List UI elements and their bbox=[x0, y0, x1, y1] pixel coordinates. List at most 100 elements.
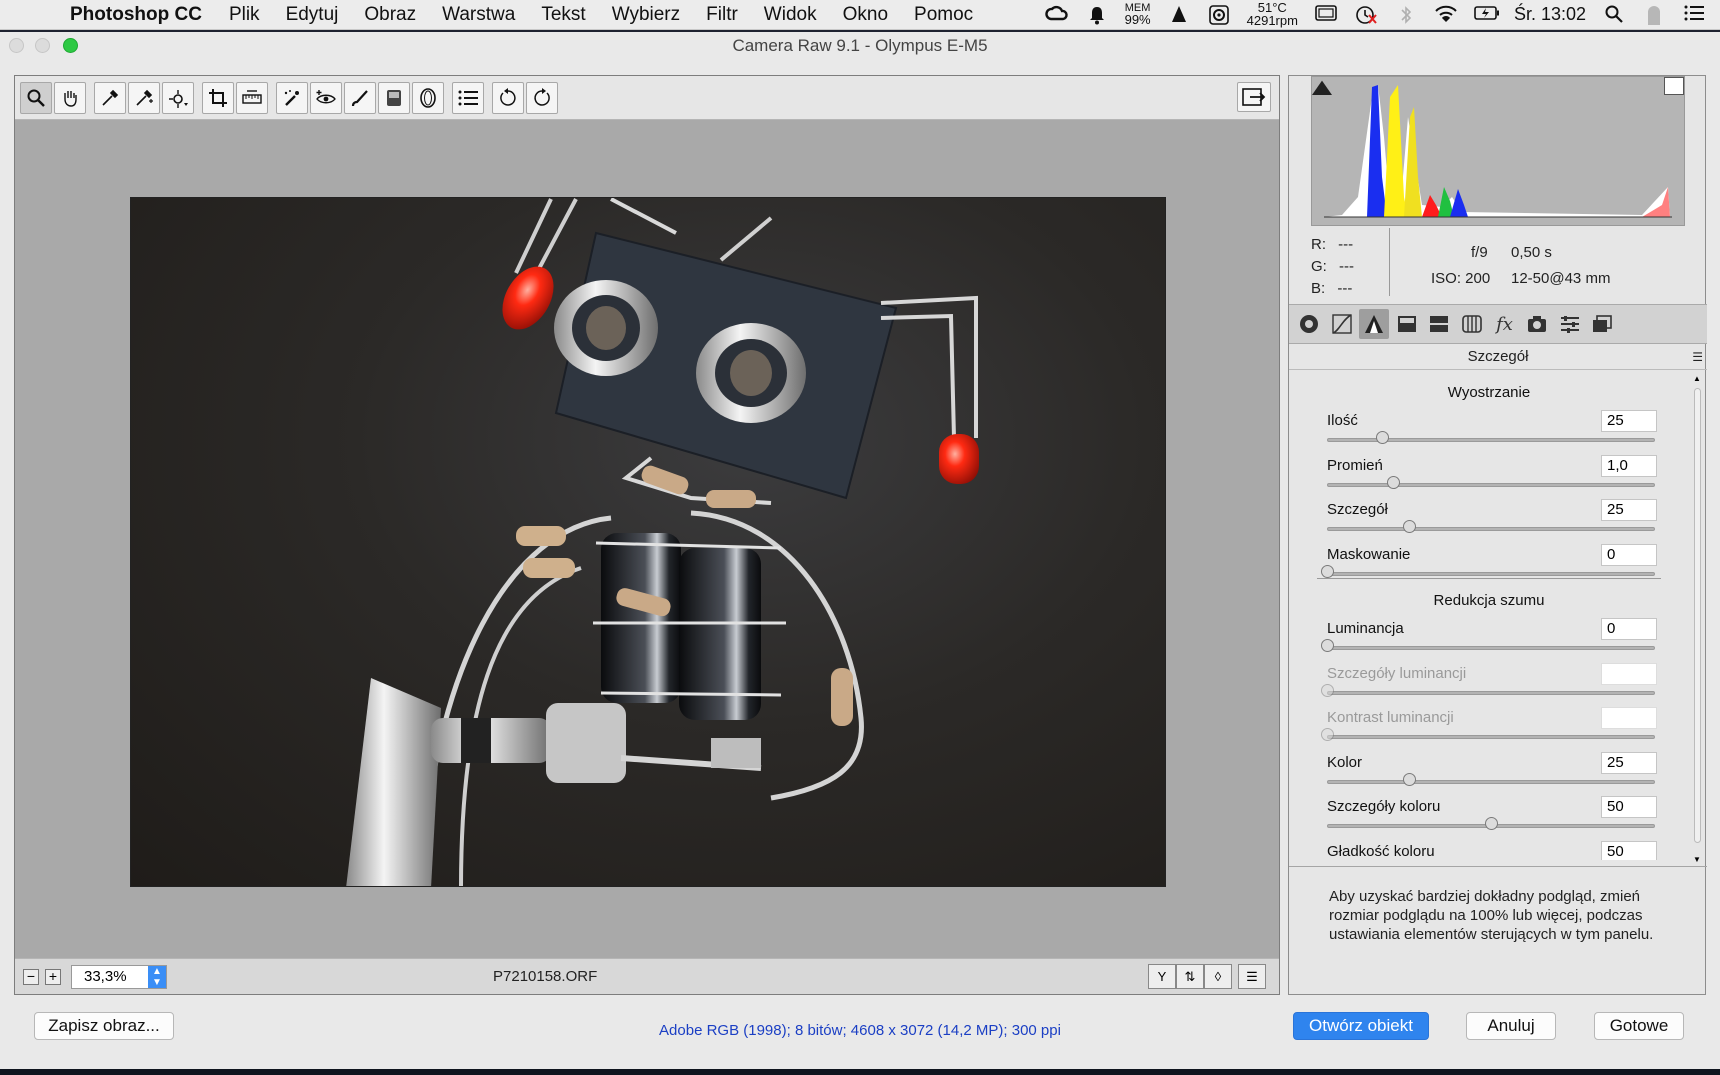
slider-value-input[interactable]: 1,0 bbox=[1601, 454, 1657, 477]
slider-gładkość-koloru[interactable]: Gładkość koloru 50 bbox=[1327, 841, 1657, 860]
tab-snapshots-icon[interactable] bbox=[1587, 309, 1617, 339]
menu-filtr[interactable]: Filtr bbox=[693, 4, 751, 26]
swap-settings-icon[interactable]: ⇅ bbox=[1176, 964, 1204, 989]
memory-indicator[interactable]: MEM 99% bbox=[1125, 2, 1151, 27]
minimize-window-button[interactable] bbox=[35, 38, 50, 53]
slider-value-input[interactable]: 25 bbox=[1601, 751, 1657, 774]
slider-value-input[interactable]: 25 bbox=[1601, 499, 1657, 522]
time-machine-icon[interactable] bbox=[1354, 5, 1378, 25]
menu-obraz[interactable]: Obraz bbox=[351, 4, 429, 26]
before-after-view-icon[interactable]: Y bbox=[1148, 964, 1176, 989]
slider-track[interactable] bbox=[1327, 482, 1655, 487]
panel-scrollbar[interactable]: ▲ ▼ bbox=[1691, 374, 1703, 864]
clock[interactable]: Śr. 13:02 bbox=[1514, 4, 1586, 25]
color-sampler-tool-icon[interactable] bbox=[128, 81, 160, 114]
menu-warstwa[interactable]: Warstwa bbox=[429, 4, 528, 26]
rotate-right-icon[interactable] bbox=[526, 81, 558, 114]
close-window-button[interactable] bbox=[9, 38, 24, 53]
tab-tone-curve-icon[interactable] bbox=[1327, 309, 1357, 339]
user-icon[interactable] bbox=[1642, 5, 1666, 25]
slider-track[interactable] bbox=[1327, 571, 1655, 576]
copy-settings-icon[interactable]: ◊ bbox=[1204, 964, 1232, 989]
slider-maskowanie[interactable]: Maskowanie 0 bbox=[1321, 543, 1657, 586]
slider-thumb[interactable] bbox=[1375, 431, 1389, 444]
tab-split-toning-icon[interactable] bbox=[1424, 309, 1454, 339]
red-eye-removal-tool-icon[interactable] bbox=[310, 81, 342, 114]
hand-tool-icon[interactable] bbox=[54, 81, 86, 114]
tab-presets-icon[interactable] bbox=[1555, 309, 1585, 339]
crop-tool-icon[interactable] bbox=[202, 81, 234, 114]
toggle-settings-icon[interactable]: ☰ bbox=[1238, 964, 1266, 989]
zoom-out-button[interactable]: − bbox=[23, 968, 39, 985]
workflow-options-text[interactable]: Adobe RGB (1998); 8 bitów; 4608 x 3072 (… bbox=[659, 1022, 1061, 1039]
preferences-list-icon[interactable] bbox=[452, 81, 484, 114]
toggle-fullscreen-button[interactable] bbox=[1237, 82, 1271, 112]
tab-camera-calibration-icon[interactable] bbox=[1522, 309, 1552, 339]
spotlight-search-icon[interactable] bbox=[1602, 5, 1626, 25]
slider-thumb[interactable] bbox=[1321, 564, 1334, 578]
menu-wybierz[interactable]: Wybierz bbox=[599, 4, 693, 26]
slider-value-input[interactable]: 50 bbox=[1601, 796, 1657, 819]
slider-track[interactable] bbox=[1327, 646, 1655, 650]
spot-removal-tool-icon[interactable] bbox=[276, 81, 308, 114]
rotate-left-icon[interactable] bbox=[492, 81, 524, 114]
done-button[interactable]: Gotowe bbox=[1594, 1012, 1684, 1040]
scroll-up-icon[interactable]: ▲ bbox=[1693, 374, 1701, 383]
slider-value-input[interactable]: 50 bbox=[1601, 841, 1657, 860]
scroll-down-icon[interactable]: ▼ bbox=[1693, 855, 1701, 864]
fan-icon[interactable] bbox=[1207, 4, 1231, 25]
slider-value-input[interactable]: 0 bbox=[1601, 618, 1657, 640]
creative-cloud-icon[interactable] bbox=[1044, 5, 1069, 25]
zoom-in-button[interactable]: + bbox=[45, 968, 61, 985]
menu-app-name[interactable]: Photoshop CC bbox=[56, 4, 216, 26]
open-object-button[interactable]: Otwórz obiekt bbox=[1293, 1012, 1429, 1040]
cancel-button[interactable]: Anuluj bbox=[1466, 1012, 1556, 1040]
targeted-adjustment-tool-icon[interactable] bbox=[162, 81, 194, 114]
notification-bell-icon[interactable] bbox=[1085, 5, 1109, 25]
slider-thumb[interactable] bbox=[1485, 817, 1498, 831]
slider-thumb[interactable] bbox=[1321, 639, 1334, 652]
menu-tekst[interactable]: Tekst bbox=[528, 4, 598, 26]
zoom-level-select[interactable]: 33,3% ▲ ▼ bbox=[71, 964, 167, 989]
slider-track[interactable] bbox=[1327, 779, 1655, 784]
tab-effects-icon[interactable]: fx bbox=[1490, 309, 1520, 339]
adjustment-brush-icon[interactable] bbox=[344, 81, 376, 114]
slider-luminancja[interactable]: Luminancja 0 bbox=[1321, 618, 1657, 660]
battery-icon[interactable] bbox=[1474, 5, 1499, 25]
temperature-indicator[interactable]: 51°C 4291rpm bbox=[1247, 1, 1298, 28]
slider-kolor[interactable]: Kolor 25 bbox=[1327, 751, 1657, 794]
slider-szczegóły-koloru[interactable]: Szczegóły koloru 50 bbox=[1327, 796, 1657, 838]
slider-ilość[interactable]: Ilość 25 bbox=[1327, 410, 1657, 452]
highlight-clipping-warning-icon[interactable] bbox=[1664, 77, 1684, 95]
slider-thumb[interactable] bbox=[1403, 520, 1416, 534]
wifi-icon[interactable] bbox=[1434, 5, 1458, 25]
menu-pomoc[interactable]: Pomoc bbox=[901, 4, 986, 26]
slider-szczegół[interactable]: Szczegół 25 bbox=[1327, 499, 1657, 541]
graduated-filter-icon[interactable] bbox=[378, 81, 410, 114]
panel-menu-icon[interactable]: ☰ bbox=[1692, 344, 1703, 370]
slider-value-input[interactable]: 0 bbox=[1601, 543, 1657, 566]
menu-edytuj[interactable]: Edytuj bbox=[273, 4, 352, 26]
scrollbar-thumb[interactable] bbox=[1694, 388, 1701, 843]
slider-thumb[interactable] bbox=[1403, 772, 1416, 786]
bluetooth-icon[interactable] bbox=[1394, 5, 1418, 25]
slider-promień[interactable]: Promień 1,0 bbox=[1327, 454, 1657, 497]
display-icon[interactable] bbox=[1314, 4, 1338, 25]
zoom-window-button[interactable] bbox=[63, 38, 78, 53]
slider-value-input[interactable]: 25 bbox=[1601, 410, 1657, 432]
slider-thumb[interactable] bbox=[1386, 475, 1400, 489]
tab-detail-icon[interactable] bbox=[1359, 309, 1390, 339]
straighten-tool-icon[interactable] bbox=[236, 81, 268, 114]
radial-filter-icon[interactable] bbox=[412, 81, 444, 114]
cpu-load-icon[interactable] bbox=[1167, 5, 1191, 25]
notification-center-icon[interactable] bbox=[1682, 5, 1706, 25]
zoom-tool-icon[interactable] bbox=[20, 81, 52, 114]
preview-image[interactable] bbox=[130, 197, 1166, 887]
tab-lens-corrections-icon[interactable] bbox=[1457, 309, 1487, 339]
white-balance-tool-icon[interactable] bbox=[94, 81, 126, 114]
zoom-stepper-icon[interactable]: ▲ ▼ bbox=[148, 965, 166, 988]
menu-widok[interactable]: Widok bbox=[751, 4, 830, 26]
tab-basic-icon[interactable] bbox=[1294, 309, 1324, 339]
tab-hsl-icon[interactable] bbox=[1392, 309, 1422, 339]
menu-okno[interactable]: Okno bbox=[830, 4, 901, 26]
